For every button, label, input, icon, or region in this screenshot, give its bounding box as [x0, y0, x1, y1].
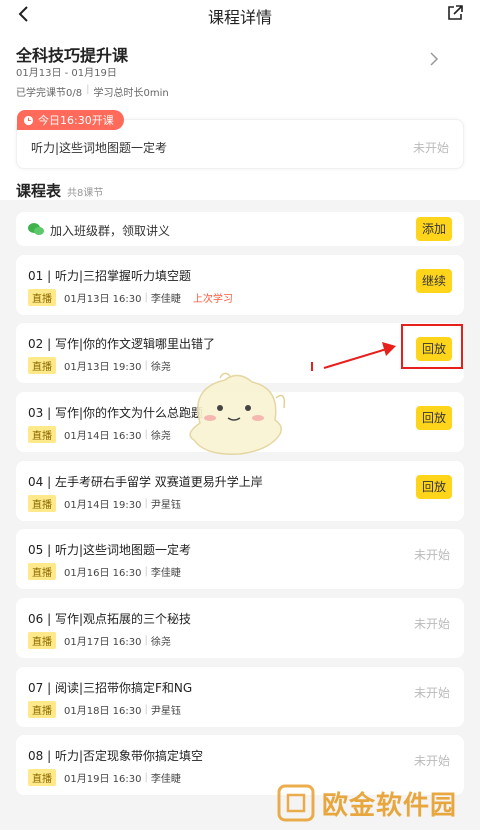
chevron-right-icon[interactable]	[428, 52, 440, 66]
lesson-meta: 直播 01月16日 16:30 | 李佳睫	[28, 563, 181, 580]
divider: |	[144, 772, 148, 783]
arrow-annotation	[311, 342, 396, 371]
clock-icon	[23, 115, 34, 125]
lesson-time: 01月14日 16:30	[64, 431, 142, 442]
completed-count: 已学完课节0/8	[16, 88, 83, 99]
share-icon[interactable]	[446, 4, 464, 22]
lesson-teacher: 尹星钰	[150, 706, 181, 717]
lesson-teacher: 徐尧	[150, 637, 171, 648]
study-duration: 学习总时长0min	[93, 88, 169, 99]
join-group-text: 加入班级群，领取讲义	[50, 224, 171, 238]
lesson-meta: 直播 01月13日 16:30 | 李佳睫 上次学习	[28, 289, 233, 306]
divider: |	[144, 429, 148, 440]
lesson-time: 01月18日 16:30	[64, 706, 142, 717]
lesson-teacher: 李佳睫	[150, 774, 181, 785]
watermark-logo	[277, 784, 315, 822]
lesson-card[interactable]: 06 | 写作|观点拓展的三个秘技 直播 01月17日 16:30 | 徐尧 未…	[16, 598, 464, 658]
lesson-time: 01月19日 16:30	[64, 774, 142, 785]
not-started-status: 未开始	[413, 686, 450, 700]
lesson-meta: 直播 01月17日 16:30 | 徐尧	[28, 632, 171, 649]
divider: |	[144, 566, 148, 577]
lesson-card[interactable]: 07 | 阅读|三招带你搞定F和NG 直播 01月18日 16:30 | 尹星钰…	[16, 667, 464, 727]
lesson-time: 01月13日 19:30	[64, 362, 142, 373]
lesson-teacher: 李佳睫	[150, 568, 181, 579]
course-header: 全科技巧提升课 01月13日 - 01月19日 已学完课节0/8 | 学习总时长…	[0, 30, 480, 200]
highlight-box	[401, 324, 463, 369]
live-tag: 直播	[28, 289, 56, 306]
lesson-title: 08 | 听力|否定现象带你搞定填空	[28, 749, 203, 763]
live-tag: 直播	[28, 563, 56, 580]
lesson-meta: 直播 01月14日 19:30 | 尹星钰	[28, 495, 181, 512]
not-started-status: 未开始	[413, 754, 450, 768]
lesson-teacher: 徐尧	[150, 362, 171, 373]
lesson-card[interactable]: 01 | 听力|三招掌握听力填空题 直播 01月13日 16:30 | 李佳睫 …	[16, 255, 464, 315]
lesson-title: 05 | 听力|这些词地图题一定考	[28, 543, 191, 557]
lesson-title: 04 | 左手考研右手留学 双赛道更易升学上岸	[28, 475, 263, 489]
today-badge: 今日16:30开课	[17, 110, 124, 130]
lesson-teacher: 徐尧	[150, 431, 171, 442]
lesson-time: 01月16日 16:30	[64, 568, 142, 579]
join-group-card: 加入班级群，领取讲义 添加	[16, 212, 464, 246]
divider: |	[144, 292, 148, 303]
not-started-status: 未开始	[413, 548, 450, 562]
lesson-meta: 直播 01月14日 16:30 | 徐尧	[28, 426, 171, 443]
watermark-text: 欧金软件园	[322, 790, 458, 821]
divider: |	[144, 704, 148, 715]
divider: |	[86, 84, 90, 95]
lesson-title: 02 | 写作|你的作文逻辑哪里出错了	[28, 337, 215, 351]
continue-button[interactable]: 继续	[416, 269, 452, 293]
today-badge-text: 今日16:30开课	[38, 114, 114, 127]
today-lesson-card[interactable]: 今日16:30开课 听力|这些词地图题一定考 未开始	[16, 110, 464, 169]
lesson-time: 01月17日 16:30	[64, 637, 142, 648]
page-title: 课程详情	[207, 8, 272, 27]
wechat-icon	[28, 223, 44, 235]
lesson-card[interactable]: 05 | 听力|这些词地图题一定考 直播 01月16日 16:30 | 李佳睫 …	[16, 529, 464, 589]
lesson-time: 01月13日 16:30	[64, 294, 142, 305]
lesson-card[interactable]: 04 | 左手考研右手留学 双赛道更易升学上岸 直播 01月14日 19:30 …	[16, 461, 464, 521]
today-lesson-title: 听力|这些词地图题一定考	[31, 141, 168, 155]
add-group-button[interactable]: 添加	[416, 217, 452, 241]
schedule-title: 课程表	[16, 182, 62, 200]
lesson-title: 07 | 阅读|三招带你搞定F和NG	[28, 681, 193, 695]
course-dates: 01月13日 - 01月19日	[16, 68, 117, 79]
watermark: 欧金软件园	[276, 776, 476, 830]
lesson-title: 01 | 听力|三招掌握听力填空题	[28, 269, 191, 283]
course-title: 全科技巧提升课	[16, 46, 129, 65]
progress-row: 已学完课节0/8 | 学习总时长0min	[16, 84, 169, 99]
lesson-meta: 直播 01月19日 16:30 | 李佳睫	[28, 769, 181, 786]
schedule-count: 共8课节	[67, 188, 104, 199]
lesson-meta: 直播 01月18日 16:30 | 尹星钰	[28, 701, 181, 718]
last-study-label: 上次学习	[192, 294, 233, 305]
replay-button[interactable]: 回放	[416, 475, 452, 499]
divider: |	[144, 498, 148, 509]
top-bar: 课程详情	[0, 0, 480, 30]
replay-button[interactable]: 回放	[416, 406, 452, 430]
today-status: 未开始	[412, 141, 449, 155]
live-tag: 直播	[28, 701, 56, 718]
divider: |	[144, 360, 148, 371]
lesson-teacher: 李佳睫	[150, 294, 181, 305]
lesson-teacher: 尹星钰	[150, 500, 181, 511]
mascot-illustration	[189, 372, 286, 455]
live-tag: 直播	[28, 769, 56, 786]
live-tag: 直播	[28, 495, 56, 512]
lesson-time: 01月14日 19:30	[64, 500, 142, 511]
divider: |	[144, 635, 148, 646]
lesson-meta: 直播 01月13日 19:30 | 徐尧	[28, 357, 171, 374]
live-tag: 直播	[28, 426, 56, 443]
lesson-title: 06 | 写作|观点拓展的三个秘技	[28, 612, 191, 626]
live-tag: 直播	[28, 357, 56, 374]
lesson-title: 03 | 写作|你的作文为什么总跑题	[28, 406, 203, 420]
schedule-heading: 课程表 共8课节	[16, 180, 103, 201]
not-started-status: 未开始	[413, 617, 450, 631]
live-tag: 直播	[28, 632, 56, 649]
